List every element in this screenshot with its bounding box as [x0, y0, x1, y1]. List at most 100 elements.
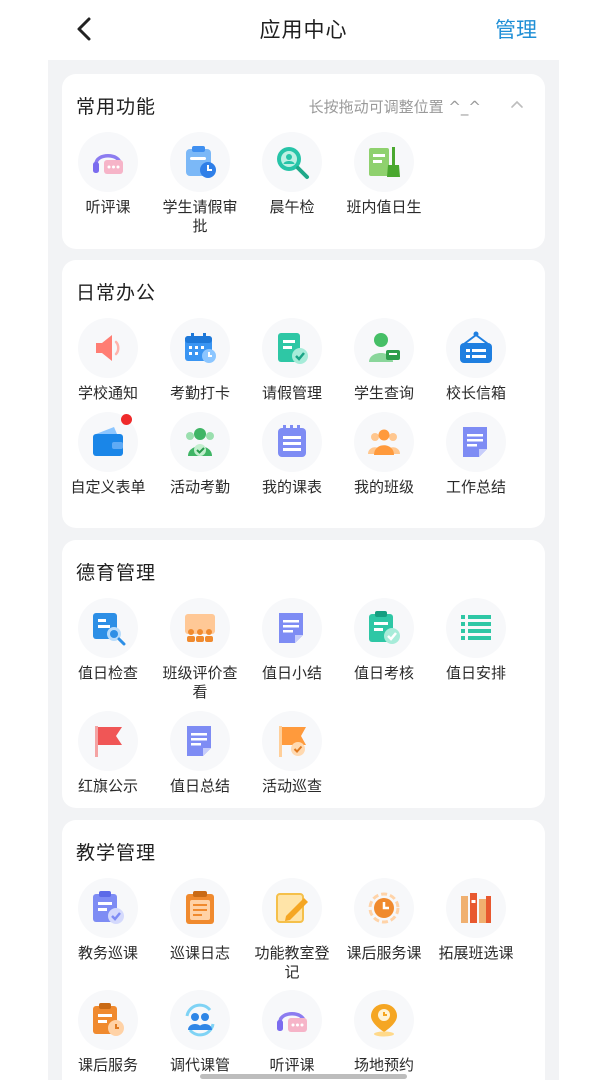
app-item-label: 值日考核 — [353, 664, 414, 682]
app-item-label: 课后服务 — [77, 1056, 138, 1074]
app-item-leave-management[interactable]: 请假管理 — [246, 318, 338, 403]
app-item-label: 值日安排 — [445, 664, 506, 682]
section-moral-education: 德育管理 值日检查 班级评价查看 值日小结 值日考核 值日安排 红旗公示 值日总… — [62, 540, 545, 808]
app-item-academic-patrol[interactable]: 教务巡课 — [62, 878, 154, 963]
speaker-icon — [96, 335, 120, 361]
chevron-up-icon — [511, 100, 523, 108]
app-item-activity-attendance[interactable]: 活动考勤 — [154, 412, 246, 497]
app-item-class-duty-student[interactable]: 班内值日生 — [338, 132, 430, 217]
app-item-listen-review-2[interactable]: 听评课 — [246, 990, 338, 1075]
app-item-extension-class-selection[interactable]: 拓展班选课 — [430, 878, 522, 963]
collapse-button[interactable] — [509, 96, 525, 112]
clipboard-clock-icon — [93, 1003, 124, 1036]
leave-clipboard-icon — [186, 146, 216, 178]
app-item-after-school-service[interactable]: 课后服务 — [62, 990, 154, 1075]
app-item-label: 校长信箱 — [445, 384, 506, 402]
app-item-custom-form[interactable]: 自定义表单 — [62, 412, 154, 497]
app-item-label: 自定义表单 — [70, 478, 146, 496]
app-item-label: 班级评价查看 — [162, 664, 238, 701]
app-item-activity-patrol[interactable]: 活动巡查 — [246, 711, 338, 796]
app-item-label: 学生查询 — [353, 384, 414, 402]
app-item-label: 场地预约 — [353, 1056, 414, 1074]
section-daily-office: 日常办公 学校通知 考勤打卡 请假管理 学生查询 校长信箱 自定义表单 活动考勤… — [62, 260, 545, 528]
app-item-label: 值日检查 — [77, 664, 138, 682]
app-item-student-leave-approval[interactable]: 学生请假审批 — [154, 132, 246, 236]
section-title: 日常办公 — [76, 282, 157, 304]
clock-cycle-icon — [368, 892, 400, 924]
summary-doc-icon — [463, 427, 487, 457]
app-item-label: 值日总结 — [169, 777, 230, 795]
app-item-label: 考勤打卡 — [169, 384, 230, 402]
home-indicator — [200, 1074, 407, 1079]
class-board-icon — [185, 614, 215, 642]
red-flag-icon — [95, 726, 122, 757]
schedule-list-icon — [278, 425, 306, 457]
app-item-label: 红旗公示 — [77, 777, 138, 795]
app-item-label: 听评课 — [269, 1056, 315, 1074]
log-clipboard-icon — [186, 891, 214, 924]
app-list-area[interactable]: 常用功能 长按拖动可调整位置 ^_^ 听评课 学生请假审批 晨午检 班内值日生 … — [48, 60, 559, 1080]
location-pin-icon — [371, 1004, 397, 1037]
swap-users-icon — [185, 1003, 215, 1037]
app-item-label: 巡课日志 — [169, 944, 230, 962]
app-item-substitute-class[interactable]: 调代课管 — [154, 990, 246, 1075]
manage-button[interactable]: 管理 — [495, 14, 537, 44]
app-item-my-schedule[interactable]: 我的课表 — [246, 412, 338, 497]
app-item-work-summary[interactable]: 工作总结 — [430, 412, 522, 497]
app-item-listen-review[interactable]: 听评课 — [62, 132, 154, 217]
app-item-label: 听评课 — [85, 198, 131, 216]
app-item-function-room-register[interactable]: 功能教室登记 — [246, 878, 338, 982]
app-item-label: 拓展班选课 — [438, 944, 514, 962]
calendar-clock-icon — [185, 333, 216, 363]
app-item-label: 工作总结 — [445, 478, 506, 496]
flag-check-icon — [279, 726, 306, 757]
app-item-label: 班内值日生 — [346, 198, 422, 216]
drag-hint: 长按拖动可调整位置 ^_^ — [308, 98, 481, 116]
app-item-label: 课后服务课 — [346, 944, 422, 962]
section-teaching-management: 教学管理 教务巡课 巡课日志 功能教室登记 课后服务课 拓展班选课 课后服务 调… — [62, 820, 545, 1080]
app-item-duty-arrangement[interactable]: 值日安排 — [430, 598, 522, 683]
top-bar: 应用中心 管理 — [0, 0, 607, 60]
app-item-duty-assessment[interactable]: 值日考核 — [338, 598, 430, 683]
app-item-duty-summary[interactable]: 值日总结 — [154, 711, 246, 796]
student-card-icon — [369, 333, 400, 362]
app-item-patrol-log[interactable]: 巡课日志 — [154, 878, 246, 963]
list-lines-icon — [461, 615, 491, 640]
section-title: 德育管理 — [76, 562, 157, 584]
app-item-label: 活动巡查 — [261, 777, 322, 795]
app-item-label: 我的班级 — [353, 478, 414, 496]
new-badge — [121, 414, 132, 425]
section-title: 教学管理 — [76, 842, 157, 864]
app-item-my-class[interactable]: 我的班级 — [338, 412, 430, 497]
clipboard-check-icon — [369, 611, 400, 644]
mailbox-sign-icon — [460, 331, 492, 363]
app-item-morning-check[interactable]: 晨午检 — [246, 132, 338, 217]
app-item-label: 调代课管 — [169, 1056, 230, 1074]
app-item-attendance-punch[interactable]: 考勤打卡 — [154, 318, 246, 403]
app-item-duty-brief[interactable]: 值日小结 — [246, 598, 338, 683]
app-item-after-school-service-course[interactable]: 课后服务课 — [338, 878, 430, 963]
broom-book-icon — [369, 147, 400, 177]
app-item-principal-mailbox[interactable]: 校长信箱 — [430, 318, 522, 403]
document-check-icon — [278, 333, 308, 364]
headset-chat-icon — [93, 154, 123, 174]
wallet-icon — [93, 427, 123, 456]
clipboard-check-icon — [93, 891, 124, 924]
app-item-class-evaluation[interactable]: 班级评价查看 — [154, 598, 246, 702]
class-group-icon — [368, 429, 400, 455]
app-item-student-query[interactable]: 学生查询 — [338, 318, 430, 403]
app-item-duty-inspection[interactable]: 值日检查 — [62, 598, 154, 683]
app-item-red-flag-notice[interactable]: 红旗公示 — [62, 711, 154, 796]
note-doc-icon — [279, 613, 303, 643]
app-item-label: 教务巡课 — [77, 944, 138, 962]
app-item-label: 功能教室登记 — [254, 944, 330, 981]
search-person-icon — [277, 147, 309, 179]
app-item-school-notice[interactable]: 学校通知 — [62, 318, 154, 403]
app-item-label: 请假管理 — [261, 384, 322, 402]
section-common: 常用功能 长按拖动可调整位置 ^_^ 听评课 学生请假审批 晨午检 班内值日生 — [62, 74, 545, 249]
books-shelf-icon — [461, 893, 491, 923]
app-item-venue-booking[interactable]: 场地预约 — [338, 990, 430, 1075]
app-item-label: 晨午检 — [269, 198, 315, 216]
summary-doc-icon — [187, 726, 211, 756]
app-item-label: 活动考勤 — [169, 478, 230, 496]
